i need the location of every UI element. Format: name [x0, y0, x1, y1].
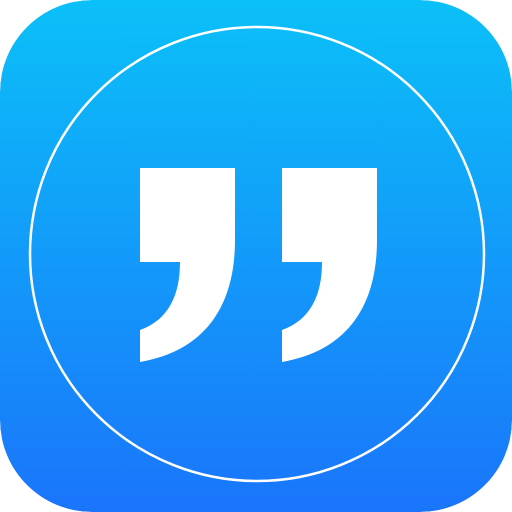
app-icon-graphic: [0, 0, 512, 512]
app-icon[interactable]: [0, 0, 512, 512]
icon-background: [0, 0, 512, 512]
